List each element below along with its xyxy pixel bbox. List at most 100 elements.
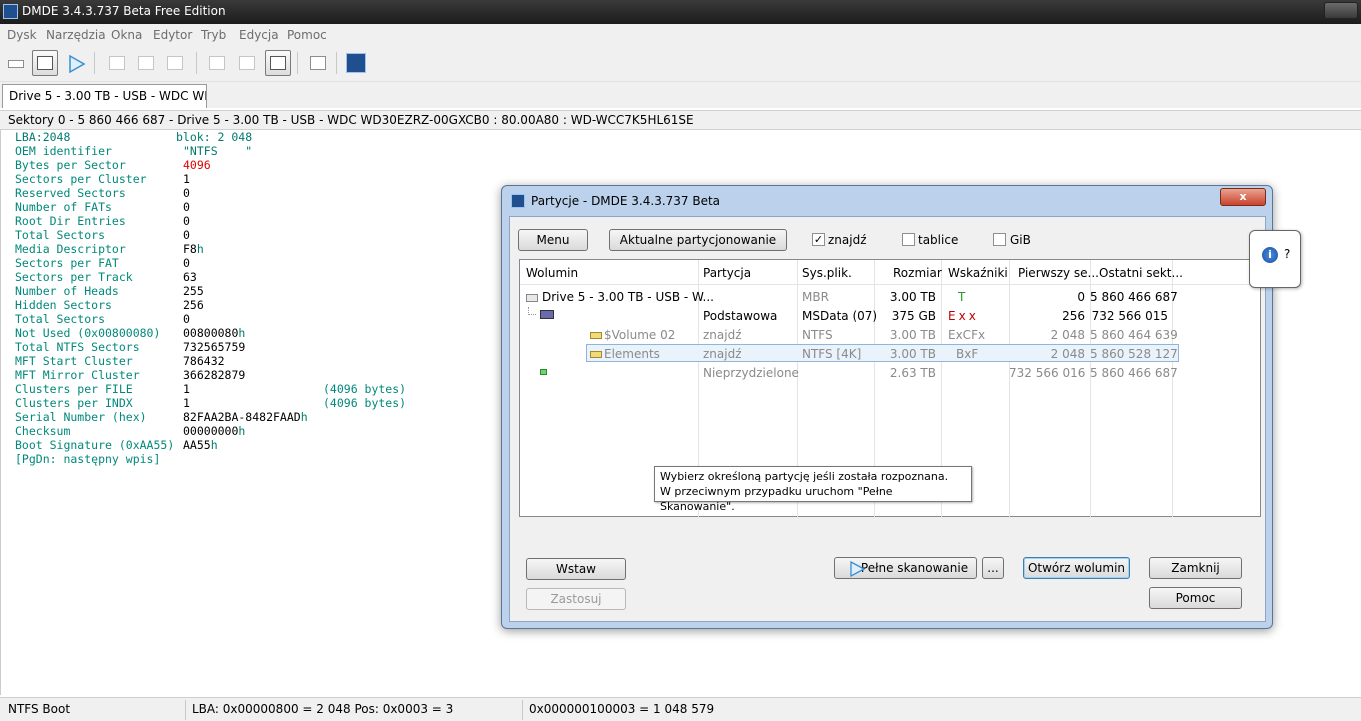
row-last: 732 566 015 bbox=[1091, 309, 1168, 323]
play-icon[interactable] bbox=[62, 50, 88, 76]
col-last-sector[interactable]: Ostatni sekt... bbox=[1099, 266, 1183, 280]
help-button[interactable]: Pomoc bbox=[1149, 587, 1242, 609]
search-icon[interactable] bbox=[133, 50, 159, 76]
hex-view-icon[interactable] bbox=[265, 50, 291, 76]
menu-okna[interactable]: Okna bbox=[111, 28, 142, 42]
more-options-button[interactable]: ... bbox=[982, 557, 1004, 579]
windows-icon[interactable] bbox=[305, 50, 331, 76]
menu-narzedzia[interactable]: Narzędzia bbox=[46, 28, 106, 42]
field-name: Boot Signature (0xAA55) bbox=[15, 438, 175, 452]
menu-tryb[interactable]: Tryb bbox=[201, 28, 226, 42]
menu-button[interactable]: Menu bbox=[518, 229, 588, 251]
field-value: 63 bbox=[183, 270, 197, 284]
block-label: blok: 2 048 bbox=[176, 130, 253, 144]
new-file-icon[interactable] bbox=[162, 50, 188, 76]
field-name: MFT Start Cluster bbox=[15, 354, 133, 368]
col-size[interactable]: Rozmiar bbox=[893, 266, 942, 280]
field-value: 0 bbox=[183, 186, 190, 200]
next-entry-hint[interactable]: [PgDn: następny wpis] bbox=[15, 452, 160, 466]
field-value: 0 bbox=[183, 228, 190, 242]
row-flags: ExCFx bbox=[948, 328, 986, 342]
menu-pomoc[interactable]: Pomoc bbox=[287, 28, 327, 42]
row-size: 375 GB bbox=[891, 309, 936, 323]
lba-label: LBA:2048 bbox=[15, 130, 71, 144]
col-flags[interactable]: Wskaźniki bbox=[948, 266, 1008, 280]
col-partition[interactable]: Partycja bbox=[703, 266, 751, 280]
status-bar: NTFS Boot LBA: 0x00000800 = 2 048 Pos: 0… bbox=[0, 697, 1361, 721]
apply-button[interactable]: Zastosuj bbox=[526, 588, 626, 610]
row-volume[interactable]: Drive 5 - 3.00 TB - USB - W... bbox=[542, 290, 714, 304]
field-value: F8h bbox=[183, 242, 204, 256]
row-partition[interactable]: Podstawowa bbox=[703, 309, 777, 323]
help-balloon[interactable]: i ? bbox=[1249, 230, 1301, 288]
close-dialog-button[interactable]: x bbox=[1220, 188, 1266, 206]
step-icon[interactable] bbox=[104, 50, 130, 76]
field-name: Clusters per INDX bbox=[15, 396, 133, 410]
col-filesystem[interactable]: Sys.plik. bbox=[802, 266, 852, 280]
field-value: 00000000h bbox=[183, 424, 245, 438]
row-partition[interactable]: Nieprzydzielone bbox=[703, 366, 799, 380]
dialog-title: Partycje - DMDE 3.4.3.737 Beta bbox=[531, 194, 721, 208]
drive-icon[interactable] bbox=[3, 50, 29, 76]
row-volume[interactable]: $Volume 02 bbox=[604, 328, 675, 342]
col-first-sector[interactable]: Pierwszy se... bbox=[1018, 266, 1099, 280]
app-icon bbox=[3, 4, 18, 19]
full-scan-button[interactable]: Pełne skanowanie bbox=[834, 557, 977, 579]
field-name: Checksum bbox=[15, 424, 71, 438]
tables-checkbox[interactable] bbox=[902, 233, 915, 246]
drive-icon bbox=[526, 294, 538, 302]
field-value: 82FAA2BA-8482FAADh bbox=[183, 410, 308, 424]
row-first: 2 048 bbox=[1050, 328, 1085, 342]
field-name: Sectors per FAT bbox=[15, 256, 119, 270]
tooltip-line: W przeciwnym przypadku uruchom "Pełne Sk… bbox=[660, 485, 893, 513]
row-size: 2.63 TB bbox=[889, 366, 936, 380]
partition-error-icon bbox=[540, 310, 554, 319]
menu-edycja[interactable]: Edycja bbox=[239, 28, 279, 42]
field-name: Number of FATs bbox=[15, 200, 112, 214]
row-partition: znajdź bbox=[703, 347, 742, 361]
flag-x: x bbox=[968, 309, 976, 323]
field-name: Bytes per Sector bbox=[15, 158, 126, 172]
field-value: 0 bbox=[183, 200, 190, 214]
row-first: 732 566 016 bbox=[1009, 366, 1086, 380]
tree-view-icon[interactable] bbox=[204, 50, 230, 76]
field-value-text: F8 bbox=[183, 242, 197, 256]
help-question-mark: ? bbox=[1284, 247, 1291, 261]
current-partitioning-button[interactable]: Aktualne partycjonowanie bbox=[609, 229, 787, 251]
list-view-icon[interactable] bbox=[234, 50, 260, 76]
field-value-text: 00000000 bbox=[183, 424, 239, 438]
row-first: 2 048 bbox=[1050, 347, 1085, 361]
field-name: Sectors per Track bbox=[15, 270, 133, 284]
row-flags: BxF bbox=[956, 347, 979, 361]
insert-button[interactable]: Wstaw bbox=[526, 558, 626, 580]
hex-suffix: h bbox=[238, 326, 246, 340]
row-size: 3.00 TB bbox=[889, 347, 936, 361]
tree-connector bbox=[528, 307, 536, 315]
row-volume[interactable]: Elements bbox=[604, 347, 660, 361]
sector-info-bar: Sektory 0 - 5 860 466 687 - Drive 5 - 3.… bbox=[0, 110, 1361, 130]
menu-edytor[interactable]: Edytor bbox=[153, 28, 192, 42]
field-value: 366282879 bbox=[183, 368, 246, 382]
field-value: AA55h bbox=[183, 438, 218, 452]
gib-checkbox[interactable] bbox=[993, 233, 1006, 246]
tab-drive[interactable]: Drive 5 - 3.00 TB - USB - WDC WD3... bbox=[2, 84, 207, 108]
title-bar: DMDE 3.4.3.737 Beta Free Edition bbox=[0, 0, 1361, 24]
col-volume[interactable]: Wolumin bbox=[526, 266, 578, 280]
menu-dysk[interactable]: Dysk bbox=[7, 28, 37, 42]
field-name: Media Descriptor bbox=[15, 242, 126, 256]
field-value: 1 bbox=[183, 396, 190, 410]
dmde-logo-icon[interactable] bbox=[343, 50, 369, 76]
row-last: 5 860 466 687 bbox=[1090, 366, 1178, 380]
row-flags: Exx bbox=[948, 309, 976, 323]
find-checkbox[interactable]: ✓ bbox=[812, 233, 825, 246]
partitions-icon[interactable] bbox=[32, 50, 58, 76]
close-button[interactable]: Zamknij bbox=[1149, 557, 1242, 579]
minimize-button[interactable] bbox=[1324, 2, 1358, 19]
field-value: 0 bbox=[183, 214, 190, 228]
open-volume-button[interactable]: Otwórz wolumin bbox=[1023, 557, 1130, 579]
unallocated-icon bbox=[540, 369, 547, 375]
status-offset: 0x000000100003 = 1 048 579 bbox=[529, 702, 715, 716]
dialog-client: Menu Aktualne partycjonowanie ✓ znajdź t… bbox=[509, 216, 1266, 622]
hex-suffix: h bbox=[238, 424, 246, 438]
field-value: 0 bbox=[183, 256, 190, 270]
